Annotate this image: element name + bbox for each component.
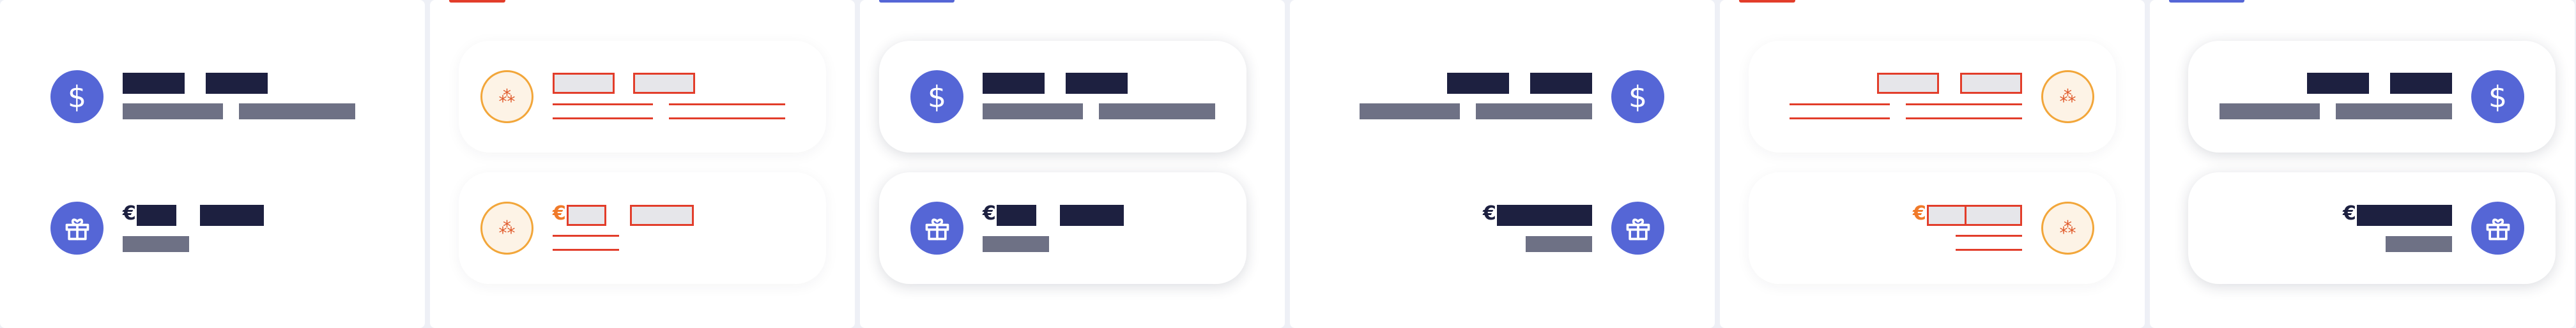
balance-secondary-value [633,73,695,94]
dollar-icon: $ [2471,70,2524,123]
balance-card[interactable]: $ [879,41,1246,153]
gift-icon: ⁂ [2041,202,2094,255]
balance-secondary-caption [239,103,355,119]
euro-sign: € [983,202,996,225]
balance-caption [2336,103,2452,119]
euro-sign: € [2343,202,2356,225]
gift-icon [910,202,963,255]
balance-caption [1476,103,1592,119]
euro-sign: € [123,202,136,225]
balance-panel-rtl-debug: ⁂ ⁂ € [1720,0,2145,328]
bonus-card[interactable]: € [879,172,1246,284]
balance-secondary-value [1447,73,1509,94]
bonus-card[interactable]: ⁂ € [1749,172,2116,284]
euro-sign: € [1483,202,1496,225]
bonus-secondary-value [1497,205,1537,226]
bonus-caption [983,236,1049,252]
debug-top-bar [449,0,505,3]
balance-caption [1906,103,2022,119]
accent-top-bar [2169,0,2244,3]
balance-value [1960,73,2022,94]
balance-panel-rtl-card: $ € [2150,0,2575,328]
balance-caption [983,103,1083,119]
balance-caption [553,103,653,119]
balance-card[interactable]: $ [29,41,396,153]
accent-top-bar [879,0,954,3]
bonus-value [1958,205,2022,226]
balance-panel-rtl-plain: $ € [1290,0,1715,328]
dollar-icon: $ [1611,70,1664,123]
bonus-caption [123,236,189,252]
balance-secondary-caption [669,103,785,119]
bonus-value [137,205,176,226]
balance-value [553,73,615,94]
bonus-card[interactable]: € [2188,172,2556,284]
euro-sign: € [553,202,566,225]
dollar-icon: ⁂ [480,70,533,123]
balance-value [123,73,185,94]
screenshot-strip: $ € ⁂ ⁂ € $ € $ € ⁂ ⁂ € $ € [0,0,2576,328]
balance-secondary-caption [1360,103,1460,119]
balance-value [983,73,1045,94]
bonus-secondary-value [630,205,694,226]
bonus-secondary-value [200,205,264,226]
balance-secondary-caption [1790,103,1890,119]
balance-value [2390,73,2452,94]
balance-card[interactable]: $ [1319,41,1686,153]
bonus-secondary-value [2357,205,2396,226]
bonus-caption [1526,236,1592,252]
euro-sign: € [1913,202,1926,225]
balance-secondary-value [2307,73,2369,94]
bonus-caption [1956,235,2022,251]
balance-caption [123,103,223,119]
balance-panel-ltr-debug: ⁂ ⁂ € [430,0,855,328]
bonus-caption [553,235,619,251]
bonus-card[interactable]: € [1319,172,1686,284]
gift-icon [50,202,103,255]
gift-icon [2471,202,2524,255]
balance-secondary-value [1877,73,1939,94]
bonus-card[interactable]: € [29,172,396,284]
dollar-icon: $ [910,70,963,123]
dollar-icon: $ [50,70,103,123]
balance-panel-ltr-plain: $ € [0,0,425,328]
balance-secondary-value [1066,73,1128,94]
balance-value [1530,73,1592,94]
dollar-icon: ⁂ [2041,70,2094,123]
bonus-secondary-value [1927,205,1966,226]
balance-secondary-caption [2220,103,2320,119]
bonus-value [1528,205,1592,226]
bonus-secondary-value [1060,205,1124,226]
balance-secondary-caption [1099,103,1215,119]
gift-icon [1611,202,1664,255]
bonus-card[interactable]: ⁂ € [459,172,826,284]
balance-card[interactable]: ⁂ [1749,41,2116,153]
balance-panel-ltr-card: $ € [860,0,1285,328]
bonus-value [2388,205,2452,226]
balance-card[interactable]: ⁂ [459,41,826,153]
debug-top-bar [1739,0,1795,3]
bonus-value [567,205,606,226]
gift-icon: ⁂ [480,202,533,255]
bonus-value [997,205,1036,226]
balance-secondary-value [206,73,268,94]
bonus-caption [2386,236,2452,252]
balance-card[interactable]: $ [2188,41,2556,153]
